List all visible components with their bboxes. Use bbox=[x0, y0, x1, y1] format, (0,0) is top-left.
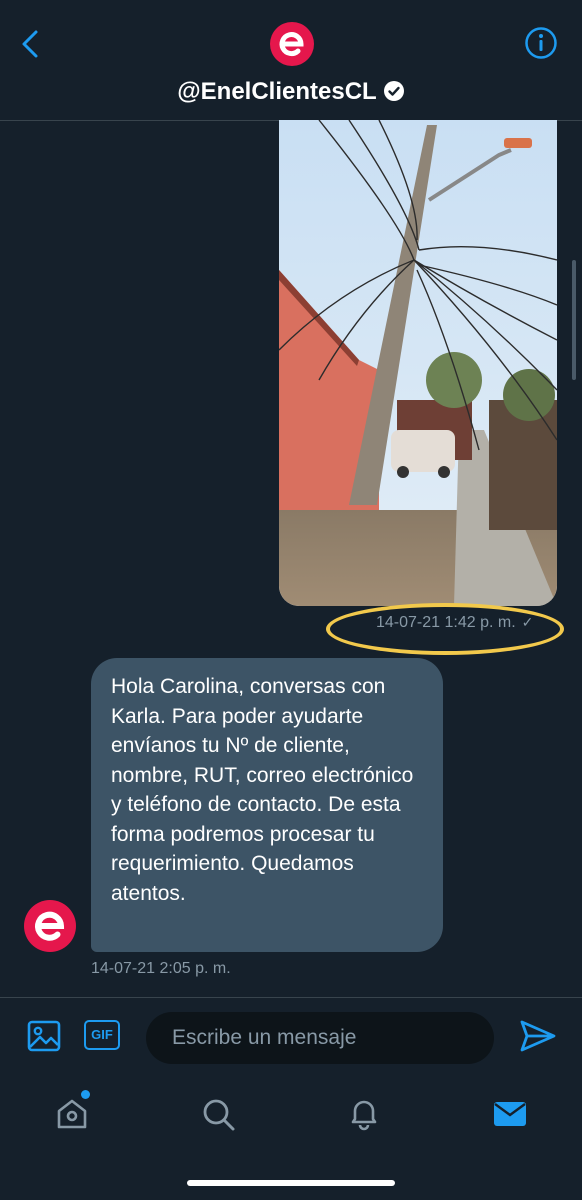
send-icon[interactable] bbox=[518, 1016, 558, 1056]
message-text: Hola Carolina, conversas con Karla. Para… bbox=[111, 675, 414, 905]
conversation-title: @EnelClientesCL bbox=[0, 78, 582, 106]
home-icon[interactable] bbox=[52, 1094, 92, 1134]
gif-button[interactable]: GIF bbox=[84, 1020, 120, 1050]
highlight-annotation bbox=[326, 603, 564, 655]
scrollbar[interactable] bbox=[572, 260, 576, 380]
enel-logo[interactable] bbox=[270, 22, 314, 66]
message-composer: GIF Escribe un mensaje bbox=[0, 997, 582, 1078]
message-input[interactable]: Escribe un mensaje bbox=[146, 1012, 494, 1064]
conversation-header: @EnelClientesCL bbox=[0, 0, 582, 121]
tab-bar bbox=[0, 1084, 582, 1200]
bell-icon[interactable] bbox=[344, 1094, 384, 1134]
mail-icon[interactable] bbox=[490, 1094, 530, 1134]
info-icon[interactable] bbox=[524, 26, 558, 60]
message-timestamp: 14-07-21 2:05 p. m. bbox=[91, 960, 231, 977]
home-indicator[interactable] bbox=[187, 1180, 395, 1186]
message-bubble[interactable]: Hola Carolina, conversas con Karla. Para… bbox=[91, 658, 443, 952]
sender-avatar[interactable] bbox=[24, 900, 76, 952]
image-icon[interactable] bbox=[26, 1018, 62, 1054]
search-icon[interactable] bbox=[198, 1094, 238, 1134]
sent-photo[interactable] bbox=[279, 120, 557, 606]
account-handle: @EnelClientesCL bbox=[177, 78, 377, 105]
chevron-left-icon[interactable] bbox=[14, 26, 50, 62]
notification-dot bbox=[81, 1090, 90, 1099]
verified-badge-icon bbox=[383, 81, 404, 101]
